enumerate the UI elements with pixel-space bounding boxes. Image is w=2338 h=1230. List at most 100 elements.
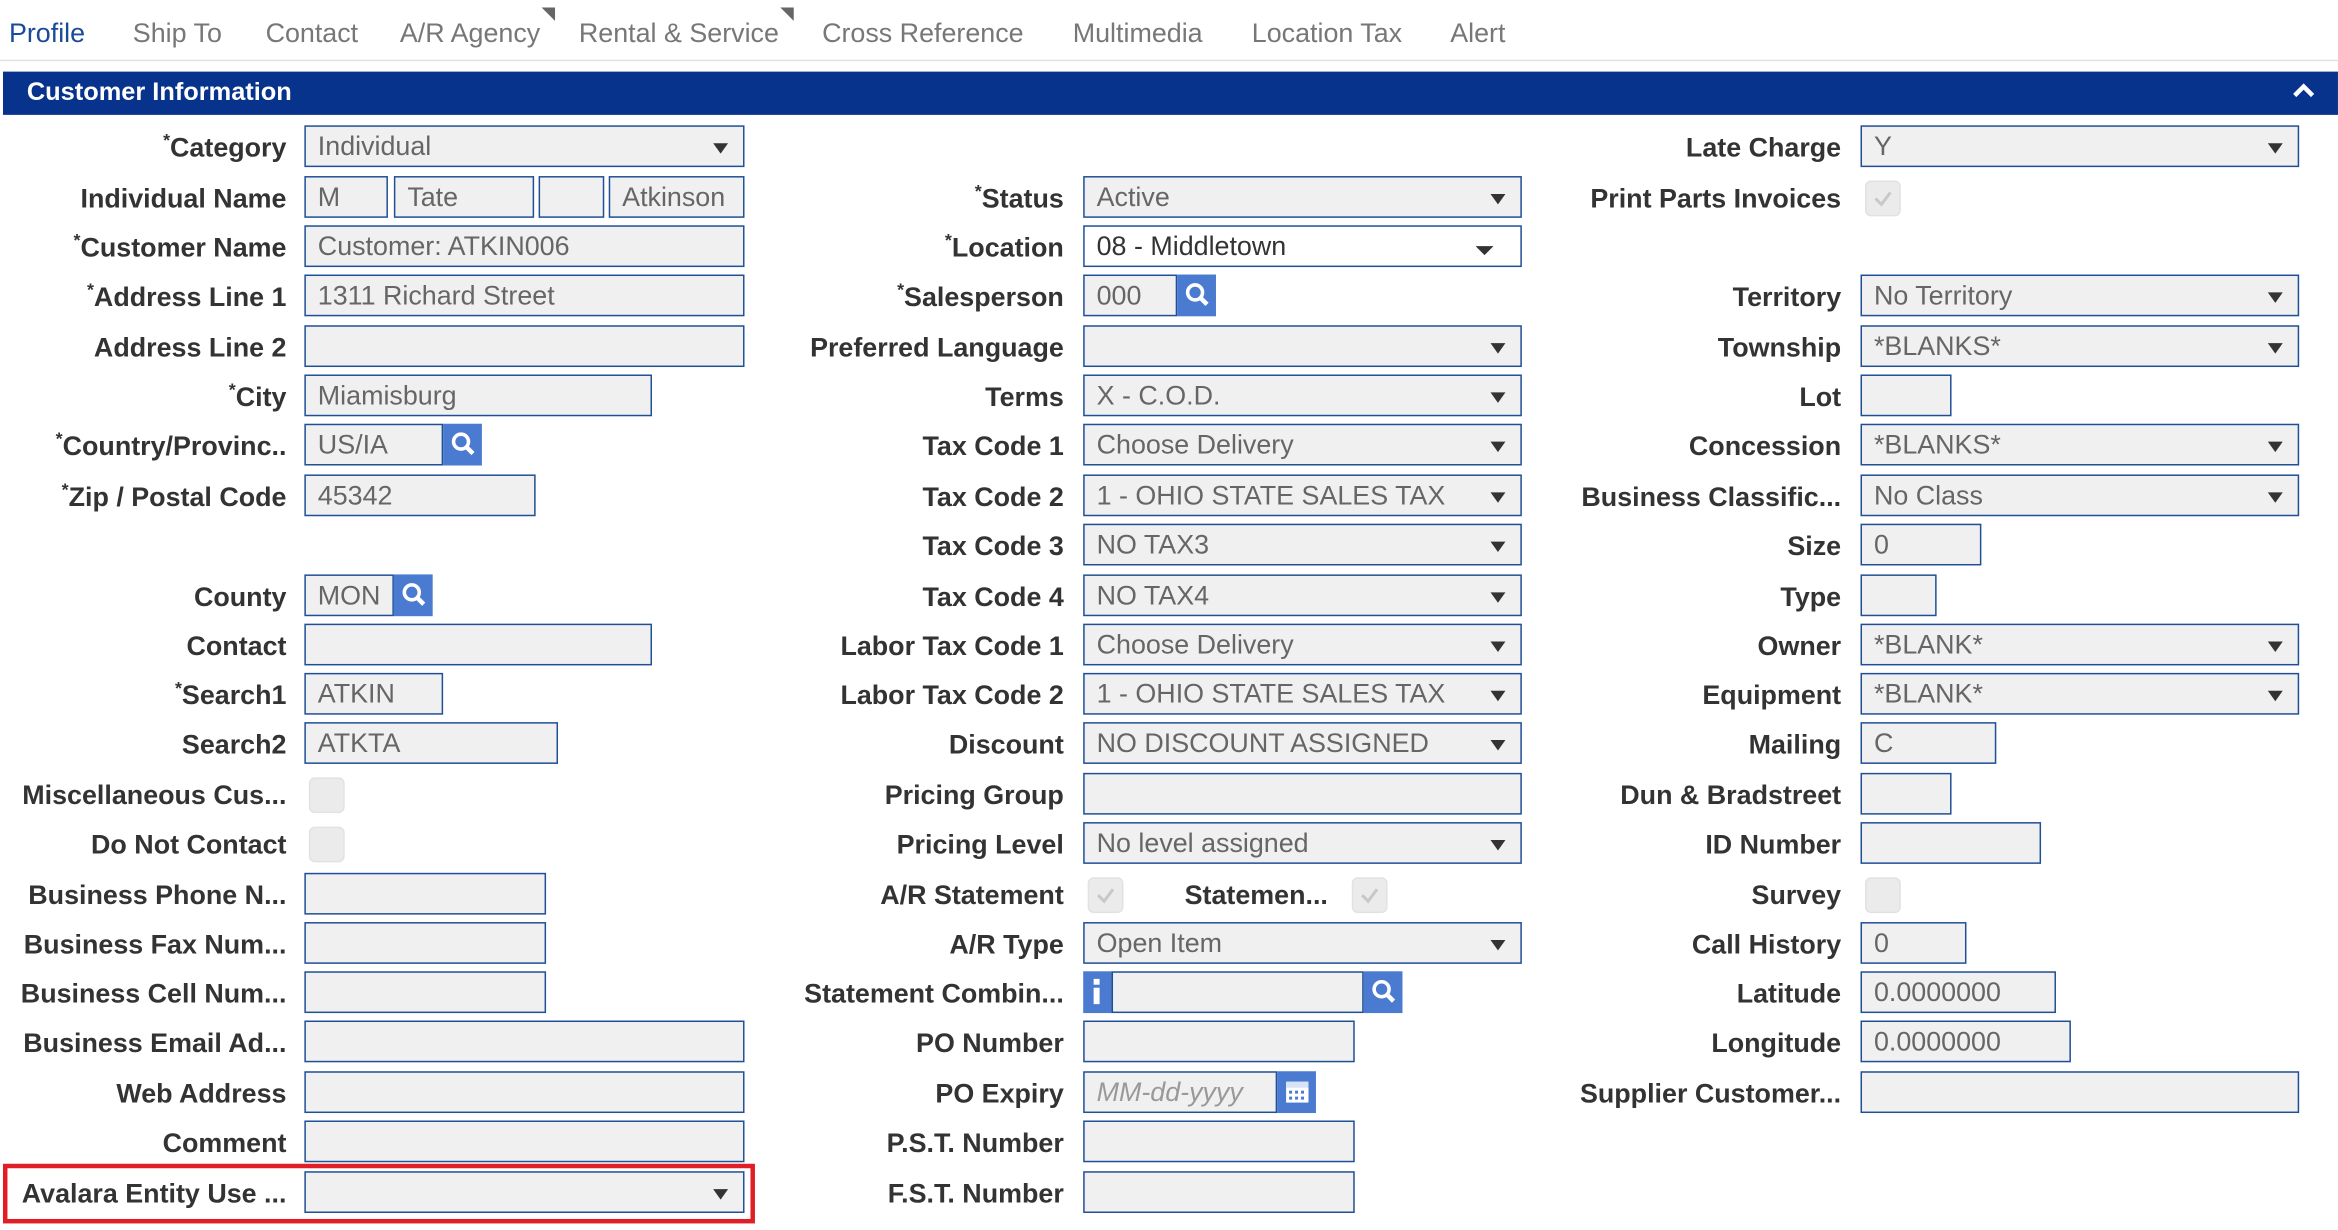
search2-input[interactable]: ATKTA: [304, 722, 559, 764]
pricing-group-input[interactable]: [1083, 772, 1522, 815]
late-charge-select[interactable]: Y: [1860, 125, 2300, 168]
misc-checkbox[interactable]: [308, 777, 345, 814]
category-select[interactable]: Individual: [304, 125, 745, 168]
county-label: County: [193, 581, 287, 612]
territory-select[interactable]: No Territory: [1860, 274, 2300, 317]
statement-combine-search-button[interactable]: [1363, 971, 1403, 1014]
county-input[interactable]: MON: [304, 574, 394, 617]
city-input[interactable]: Miamisburg: [304, 374, 653, 417]
print-parts-checkbox[interactable]: [1865, 180, 1901, 217]
calendar-button[interactable]: [1277, 1071, 1316, 1114]
equipment-select[interactable]: *BLANK*: [1860, 672, 2300, 715]
country-search-button[interactable]: [443, 423, 482, 466]
tax-code-3-select[interactable]: NO TAX3: [1083, 523, 1522, 566]
supplier-customer-input[interactable]: [1860, 1071, 2300, 1114]
business-fax-input[interactable]: [304, 922, 547, 964]
location-select[interactable]: 08 - Middletown: [1083, 225, 1522, 268]
dun-bradstreet-input[interactable]: [1860, 772, 1952, 815]
ar-type-select[interactable]: Open Item: [1083, 922, 1522, 964]
address2-input[interactable]: [304, 325, 745, 368]
customer-name-input[interactable]: Customer: ATKIN006: [304, 225, 745, 268]
pst-number-input[interactable]: [1083, 1120, 1355, 1163]
fst-number-input[interactable]: [1083, 1171, 1355, 1213]
tax-code-2-select[interactable]: 1 - OHIO STATE SALES TAX: [1083, 474, 1522, 517]
tab-profile[interactable]: Profile: [9, 18, 85, 49]
comment-label: Comment: [162, 1127, 287, 1158]
owner-select[interactable]: *BLANK*: [1860, 623, 2300, 666]
address1-input[interactable]: 1311 Richard Street: [304, 274, 745, 317]
tab-multimedia[interactable]: Multimedia: [1073, 18, 1203, 49]
tax-code-1-select[interactable]: Choose Delivery: [1083, 423, 1522, 466]
labor-tax-1-select[interactable]: Choose Delivery: [1083, 623, 1522, 666]
individual-name-label: Individual Name: [80, 183, 287, 214]
concession-select[interactable]: *BLANKS*: [1860, 423, 2300, 466]
late-charge-label: Late Charge: [1685, 132, 1842, 163]
po-expiry-input[interactable]: MM-dd-yyyy: [1083, 1071, 1278, 1114]
comment-input[interactable]: [304, 1120, 745, 1163]
calendar-icon: [1286, 1081, 1309, 1103]
preferred-language-select[interactable]: [1083, 325, 1522, 368]
statement-checkbox[interactable]: [1351, 877, 1388, 914]
name-prefix-input[interactable]: M: [304, 176, 388, 218]
tax-code-4-select[interactable]: NO TAX4: [1083, 574, 1522, 617]
business-class-label: Business Classific...: [1581, 481, 1842, 512]
ar-statement-checkbox[interactable]: [1087, 877, 1124, 914]
labor-tax-2-select[interactable]: 1 - OHIO STATE SALES TAX: [1083, 672, 1522, 715]
tab-contact[interactable]: Contact: [266, 18, 359, 49]
salesperson-search-button[interactable]: [1177, 274, 1216, 317]
county-search-button[interactable]: [393, 574, 433, 617]
dropdown-corner-icon: [541, 7, 556, 21]
country-input[interactable]: US/IA: [304, 423, 444, 466]
township-select[interactable]: *BLANKS*: [1860, 325, 2300, 368]
do-not-contact-checkbox[interactable]: [308, 826, 345, 863]
zip-input[interactable]: 45342: [304, 474, 536, 517]
avalara-label: Avalara Entity Use ...: [21, 1178, 287, 1209]
business-fax-label: Business Fax Num...: [23, 929, 287, 960]
statement-combine-info-button[interactable]: [1083, 971, 1112, 1014]
search-icon: [402, 583, 426, 606]
owner-label: Owner: [1757, 631, 1842, 661]
discount-select[interactable]: NO DISCOUNT ASSIGNED: [1083, 722, 1522, 764]
business-email-label: Business Email Ad...: [23, 1027, 287, 1058]
id-number-input[interactable]: [1860, 822, 2042, 864]
business-email-input[interactable]: [304, 1020, 745, 1063]
web-address-input[interactable]: [304, 1071, 745, 1114]
last-name-input[interactable]: Atkinson: [608, 176, 745, 218]
labor-tax-1-label: Labor Tax Code 1: [840, 631, 1064, 661]
po-number-input[interactable]: [1083, 1020, 1355, 1063]
tab-ship-to[interactable]: Ship To: [133, 18, 222, 49]
call-history-label: Call History: [1691, 929, 1842, 960]
salesperson-input[interactable]: 000: [1083, 274, 1178, 317]
tab-alert[interactable]: Alert: [1450, 18, 1505, 49]
status-select[interactable]: Active: [1083, 176, 1522, 218]
survey-checkbox[interactable]: [1865, 877, 1901, 914]
contact-input[interactable]: [304, 623, 653, 666]
latitude-input[interactable]: 0.0000000: [1860, 971, 2056, 1014]
longitude-label: Longitude: [1711, 1027, 1842, 1058]
statement-combine-input[interactable]: [1111, 971, 1364, 1014]
pricing-level-select[interactable]: No level assigned: [1083, 822, 1522, 864]
web-address-label: Web Address: [116, 1078, 287, 1109]
business-cell-label: Business Cell Num...: [20, 978, 287, 1009]
type-input[interactable]: [1860, 574, 1937, 617]
longitude-input[interactable]: 0.0000000: [1860, 1020, 2071, 1063]
first-name-input[interactable]: Tate: [393, 176, 535, 218]
chevron-up-icon[interactable]: [2290, 78, 2317, 105]
tab-ar-agency[interactable]: A/R Agency: [400, 7, 556, 49]
tab-location-tax[interactable]: Location Tax: [1252, 18, 1402, 49]
business-cell-input[interactable]: [304, 971, 547, 1014]
business-class-select[interactable]: No Class: [1860, 474, 2300, 517]
call-history-input[interactable]: 0: [1860, 922, 1967, 964]
avalara-entity-select[interactable]: [304, 1171, 745, 1213]
checkmark-icon: [1874, 191, 1892, 207]
business-phone-input[interactable]: [304, 872, 547, 915]
tab-cross-reference[interactable]: Cross Reference: [822, 18, 1024, 49]
lot-input[interactable]: [1860, 374, 1952, 417]
mailing-input[interactable]: C: [1860, 722, 1997, 764]
middle-name-input[interactable]: [538, 176, 605, 218]
tab-rental-service[interactable]: Rental & Service: [579, 7, 794, 49]
size-input[interactable]: 0: [1860, 523, 1982, 566]
search1-input[interactable]: ATKIN: [304, 672, 444, 715]
terms-select[interactable]: X - C.O.D.: [1083, 374, 1522, 417]
category-label: *Category: [163, 129, 287, 163]
